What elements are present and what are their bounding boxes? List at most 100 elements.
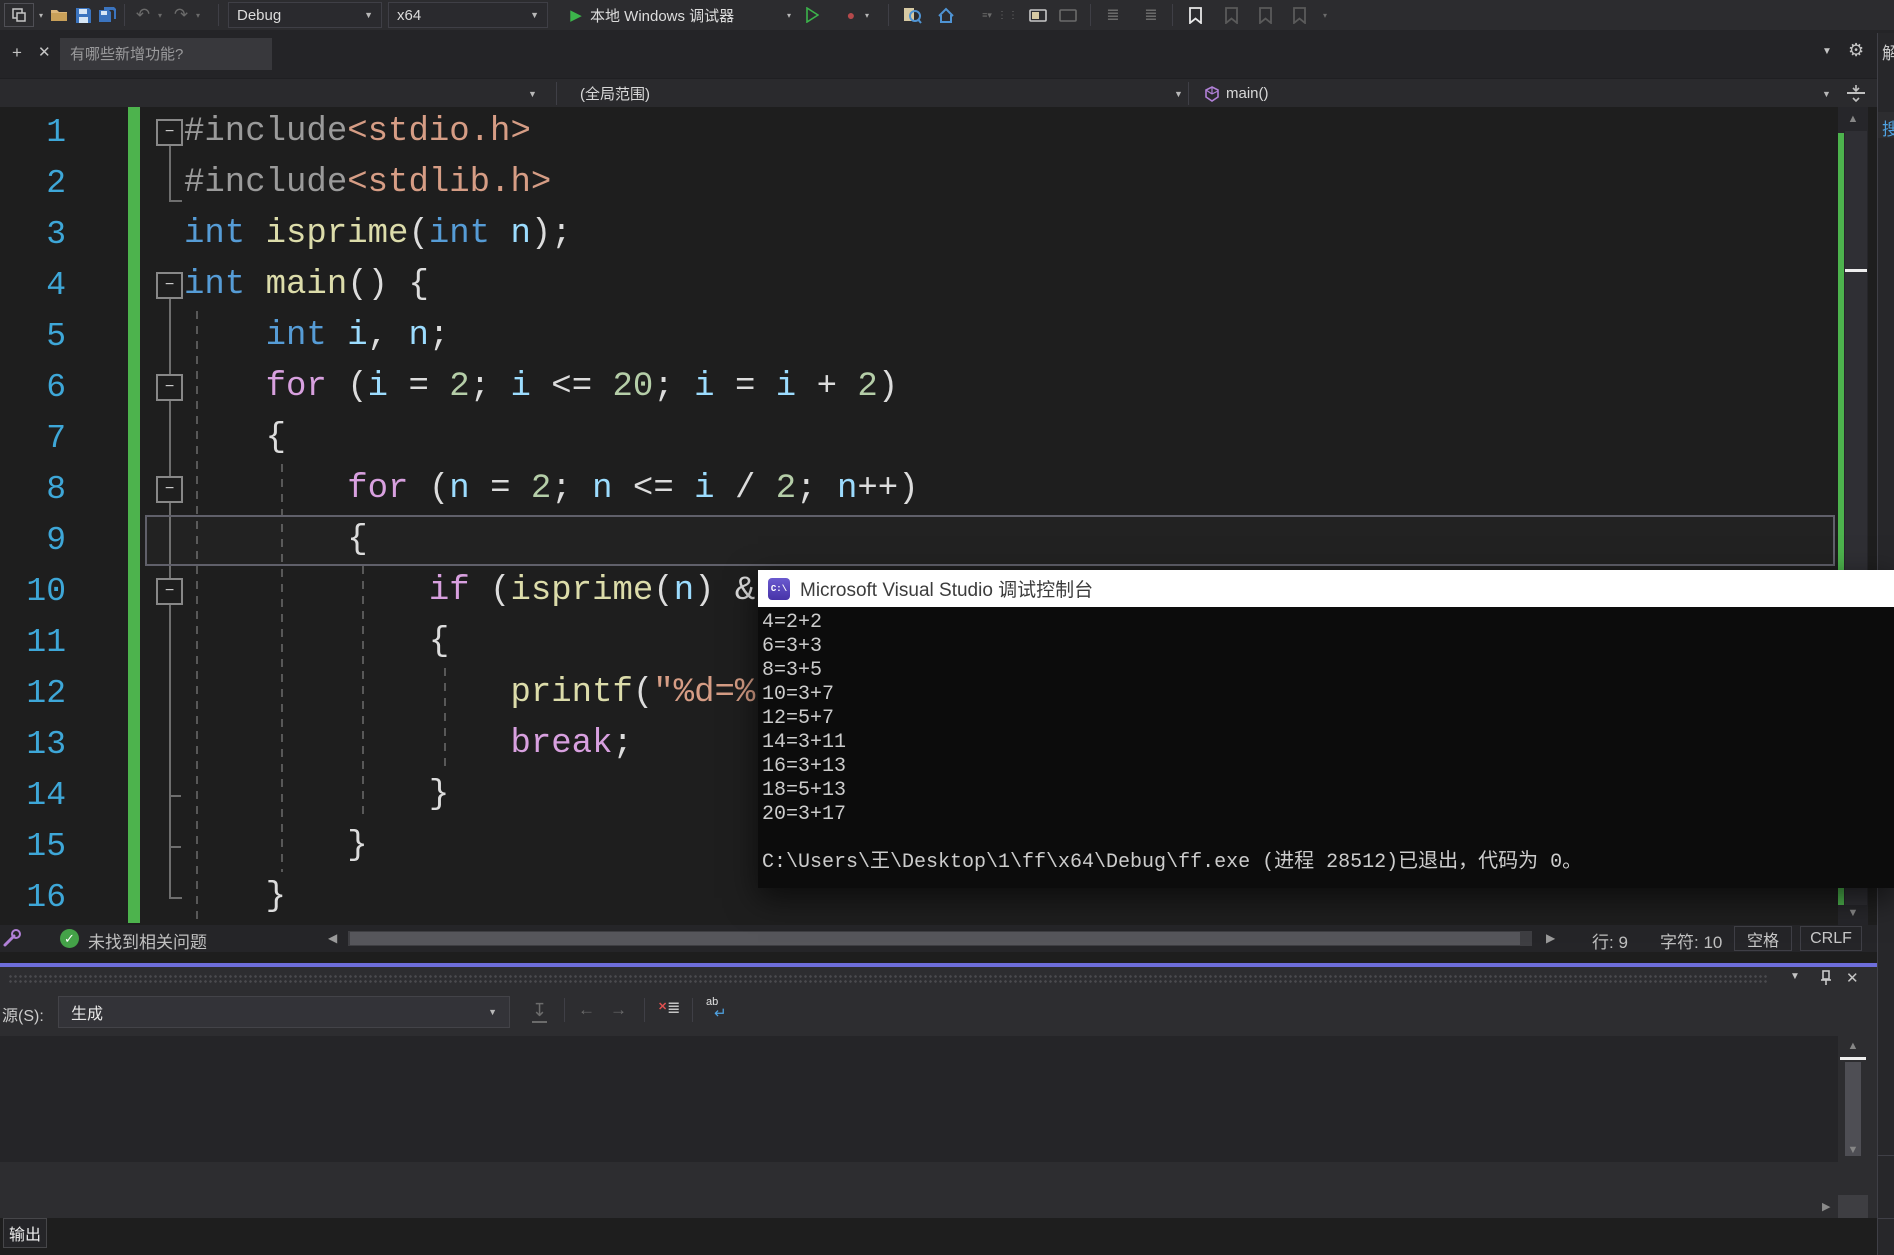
save-all-icon[interactable]	[96, 3, 120, 27]
code-token: break	[510, 725, 613, 763]
debug-console-window[interactable]: C:\ Microsoft Visual Studio 调试控制台 4=2+2 6…	[758, 570, 1894, 888]
undo-icon[interactable]: ↶	[132, 3, 154, 27]
split-editor-button[interactable]	[1844, 83, 1868, 110]
bookmark-clear-icon[interactable]	[1288, 3, 1310, 27]
panel-drag-grip[interactable]	[8, 974, 1768, 984]
cursor-col-indicator[interactable]: 字符: 10	[1660, 928, 1722, 953]
code-line-5[interactable]: int i, n;	[184, 311, 450, 362]
horizontal-scrollbar-thumb[interactable]	[350, 932, 1520, 945]
scroll-up-icon[interactable]: ▲	[1838, 1040, 1868, 1052]
code-line-3[interactable]: int isprime(int n);	[184, 209, 572, 260]
start-debug-dropdown-icon[interactable]: ▾	[784, 3, 794, 27]
cursor-line-indicator[interactable]: 行: 9	[1592, 928, 1628, 953]
breakpoint-dropdown-icon[interactable]: ▾	[862, 3, 872, 27]
match-brace-icon[interactable]	[1026, 3, 1050, 27]
nav-lines-dropdown-icon[interactable]: ≡▾	[980, 3, 994, 27]
scroll-down-icon[interactable]: ▼	[1838, 907, 1868, 919]
project-dropdown[interactable]: ▼	[0, 79, 556, 108]
outdent-lines-icon[interactable]: ≣	[1140, 3, 1162, 27]
wrap-return-glyph: ↵	[714, 1005, 727, 1022]
close-icon[interactable]: ✕	[38, 43, 51, 61]
box-outline-icon[interactable]	[1056, 3, 1080, 27]
code-line-1[interactable]: #include<stdio.h>	[184, 107, 531, 158]
code-line-6[interactable]: for (i = 2; i <= 20; i = i + 2)	[184, 362, 899, 413]
bookmark-prev-icon[interactable]	[1220, 3, 1242, 27]
pin-panel-icon[interactable]	[1818, 969, 1834, 992]
scope-dropdown[interactable]: (全局范围) ▼	[556, 79, 1188, 108]
editor-status-row: ✓ 未找到相关问题 ◀ ▶ 行: 9 字符: 10 空格 CRLF	[0, 925, 1894, 952]
code-token: 2	[775, 470, 797, 508]
code-token: <=	[612, 470, 695, 508]
fold-collapse-icon[interactable]: −	[156, 578, 183, 605]
bookmark-next-icon[interactable]	[1254, 3, 1276, 27]
platform-combo[interactable]: x64 ▼	[388, 2, 548, 28]
solution-config-combo[interactable]: Debug ▼	[228, 2, 382, 28]
window-dropdown-icon[interactable]: ▾	[36, 3, 46, 27]
fold-collapse-icon[interactable]: −	[156, 374, 183, 401]
scroll-right-icon[interactable]: ▶	[1546, 931, 1555, 945]
window-icon[interactable]	[4, 3, 34, 27]
next-message-icon[interactable]: →	[610, 1000, 627, 1020]
scroll-up-icon[interactable]: ▲	[1838, 113, 1868, 125]
close-panel-icon[interactable]: ✕	[1846, 969, 1859, 987]
scroll-left-icon[interactable]: ◀	[328, 931, 337, 945]
start-without-debug-icon[interactable]	[802, 3, 822, 27]
indent-lines-icon[interactable]: ≣	[1102, 3, 1124, 27]
breakpoint-circle-icon[interactable]: ●	[842, 3, 860, 27]
gear-icon[interactable]: ⚙	[1848, 40, 1864, 61]
code-line-7[interactable]: {	[184, 413, 286, 464]
scroll-down-icon[interactable]: ▼	[1838, 1144, 1868, 1156]
code-line-10[interactable]: if (isprime(n) &	[184, 566, 755, 617]
change-tracking-bar	[128, 107, 140, 923]
code-line-8[interactable]: for (n = 2; n <= i / 2; n++)	[184, 464, 918, 515]
start-debug-play-icon[interactable]: ▶	[566, 3, 586, 27]
pin-icon[interactable]: +	[12, 43, 22, 63]
save-icon[interactable]	[72, 3, 94, 27]
toolbar-separator	[1172, 4, 1173, 26]
code-line-15[interactable]: }	[184, 821, 367, 872]
fold-collapse-icon[interactable]: −	[156, 272, 183, 299]
code-line-14[interactable]: }	[184, 770, 449, 821]
code-line-2[interactable]: #include<stdlib.h>	[184, 158, 551, 209]
health-status-text[interactable]: 未找到相关问题	[88, 928, 207, 953]
code-health-icon[interactable]	[2, 928, 22, 953]
edge-toolbar-fragment[interactable]: 搜	[1878, 112, 1894, 138]
undo-dropdown-icon[interactable]: ▾	[155, 3, 165, 27]
bookmark-toggle-icon[interactable]	[1184, 3, 1206, 27]
code-line-9[interactable]: {	[184, 515, 367, 566]
code-line-12[interactable]: printf("%d=%	[184, 668, 755, 719]
fold-collapse-icon[interactable]: −	[156, 476, 183, 503]
prev-message-icon[interactable]: ←	[578, 1000, 595, 1020]
output-vertical-scrollbar[interactable]: ▲ ▼	[1838, 1036, 1868, 1162]
console-output[interactable]: 4=2+2 6=3+3 8=3+5 10=3+7 12=5+7 14=3+11 16=3+1…	[758, 607, 1894, 888]
code-line-11[interactable]: {	[184, 617, 449, 668]
spaces-indicator[interactable]: 空格	[1734, 926, 1792, 951]
line-number: 12	[26, 675, 66, 712]
fold-collapse-icon[interactable]: −	[156, 119, 183, 146]
bookmark-dropdown-icon[interactable]: ▾	[1318, 3, 1332, 27]
scroll-right-icon[interactable]: ▶	[1822, 1200, 1830, 1213]
code-line-13[interactable]: break;	[184, 719, 632, 770]
output-horizontal-scrollbar[interactable]: ▶	[0, 1195, 1877, 1218]
output-panel-body[interactable]	[0, 1036, 1838, 1162]
console-title-bar[interactable]: C:\ Microsoft Visual Studio 调试控制台	[758, 570, 1894, 607]
output-tab[interactable]: 输出	[3, 1218, 47, 1248]
search-input[interactable]	[60, 38, 272, 70]
code-line-16[interactable]: }	[184, 872, 286, 923]
chevron-down-icon[interactable]: ▼	[1822, 46, 1832, 57]
function-dropdown[interactable]: main() ▼	[1188, 79, 1838, 108]
output-source-dropdown[interactable]: 生成 ▼	[58, 996, 510, 1028]
find-in-files-icon[interactable]	[900, 3, 924, 27]
import-log-icon[interactable]: ↧	[532, 1000, 548, 1023]
navigate-home-icon[interactable]	[934, 3, 958, 27]
solution-explorer-edge-label[interactable]: 解	[1882, 39, 1894, 64]
code-line-4[interactable]: int main() {	[184, 260, 429, 311]
scrollbar-thumb[interactable]	[1845, 1062, 1861, 1156]
redo-dropdown-icon[interactable]: ▾	[193, 3, 203, 27]
horizontal-scrollbar[interactable]	[348, 931, 1532, 946]
start-debug-button[interactable]: 本地 Windows 调试器	[590, 3, 780, 27]
redo-icon[interactable]: ↷	[170, 3, 192, 27]
open-folder-icon[interactable]	[48, 3, 70, 27]
chevron-down-icon[interactable]: ▼	[1790, 971, 1800, 982]
eol-indicator[interactable]: CRLF	[1800, 926, 1862, 951]
